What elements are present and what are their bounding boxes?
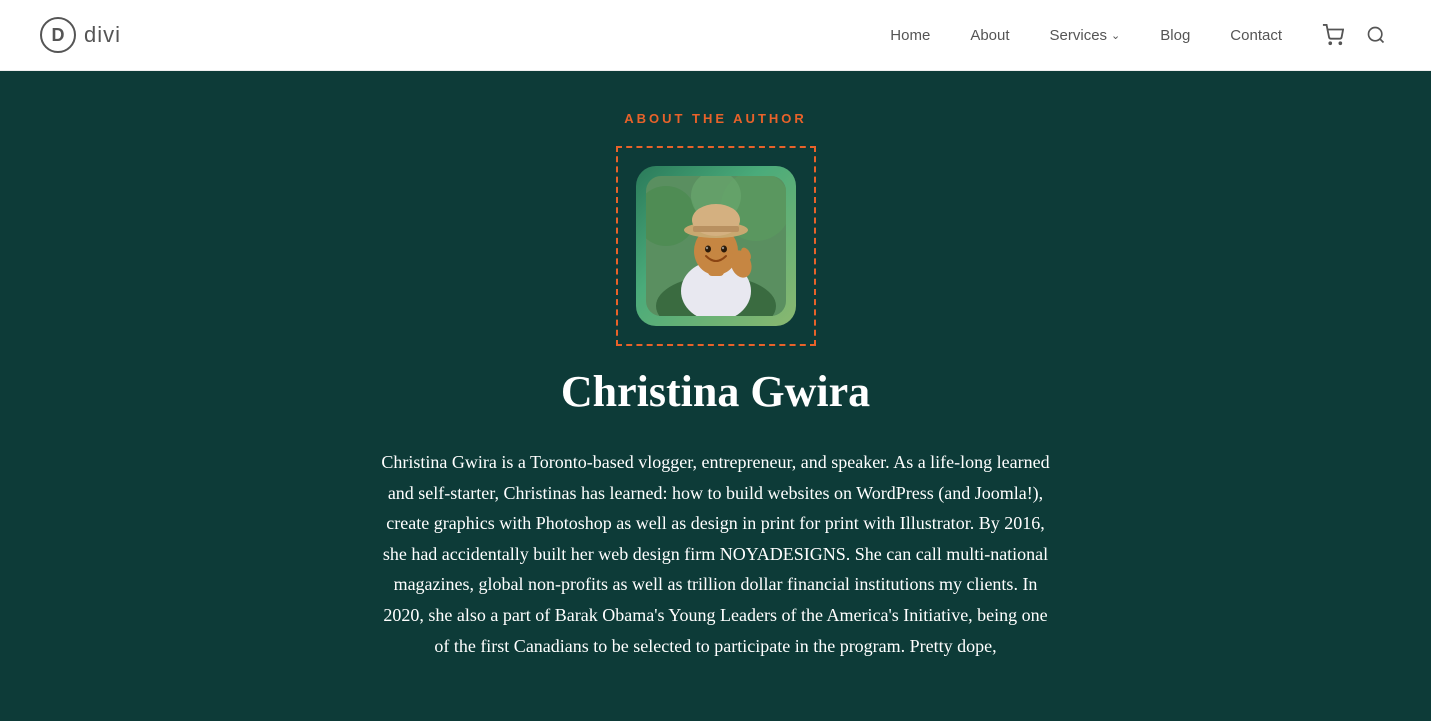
cart-button[interactable] bbox=[1317, 19, 1349, 51]
nav-services[interactable]: Services ⌄ bbox=[1035, 17, 1136, 54]
cart-icon bbox=[1322, 24, 1344, 46]
logo-link[interactable]: D divi bbox=[40, 17, 121, 53]
section-label: ABOUT THE AUTHOR bbox=[624, 111, 807, 126]
nav-about[interactable]: About bbox=[955, 17, 1024, 54]
author-name: Christina Gwira bbox=[561, 366, 870, 417]
search-icon bbox=[1366, 25, 1386, 45]
chevron-down-icon: ⌄ bbox=[1111, 29, 1120, 42]
nav-contact[interactable]: Contact bbox=[1215, 17, 1297, 54]
author-illustration bbox=[646, 176, 786, 316]
author-image-frame bbox=[616, 146, 816, 346]
nav-blog[interactable]: Blog bbox=[1145, 17, 1205, 54]
nav-home[interactable]: Home bbox=[875, 17, 945, 54]
site-header: D divi Home About Services ⌄ Blog Contac… bbox=[0, 0, 1431, 71]
nav-icon-area bbox=[1317, 19, 1391, 51]
main-nav: Home About Services ⌄ Blog Contact bbox=[875, 17, 1391, 54]
author-avatar bbox=[636, 166, 796, 326]
main-content: ABOUT THE AUTHOR bbox=[0, 71, 1431, 721]
search-button[interactable] bbox=[1361, 20, 1391, 50]
logo-icon: D bbox=[40, 17, 76, 53]
author-bio: Christina Gwira is a Toronto-based vlogg… bbox=[376, 447, 1056, 661]
logo-text: divi bbox=[84, 22, 121, 48]
